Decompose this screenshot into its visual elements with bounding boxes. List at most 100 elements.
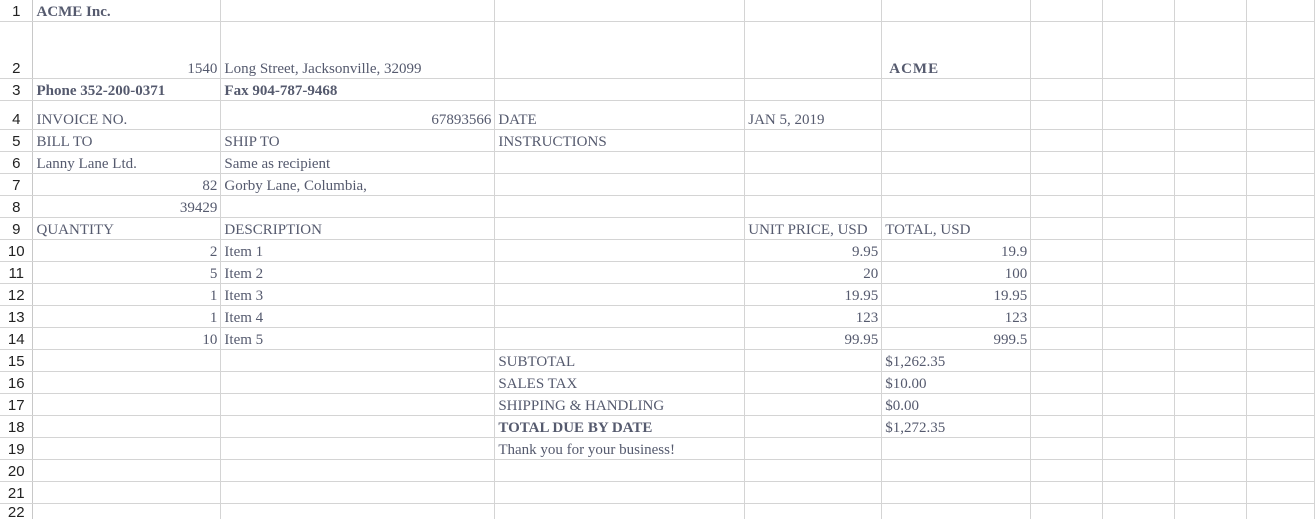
cell[interactable] [494,151,746,174]
item-quantity-cell[interactable]: 10 [32,327,222,350]
cell[interactable] [1030,129,1104,152]
cell[interactable] [1174,217,1247,240]
cell[interactable] [744,393,883,416]
company-fax-cell[interactable]: Fax 904-787-9468 [220,78,496,101]
item-unit-price-cell[interactable]: 19.95 [744,283,883,306]
cell[interactable] [1102,371,1176,394]
cell[interactable] [1030,173,1104,196]
cell[interactable] [1102,217,1176,240]
cell[interactable] [1030,217,1104,240]
item-quantity-cell[interactable]: 2 [32,239,222,262]
cell[interactable] [1174,151,1247,174]
cell[interactable] [494,283,746,306]
cell[interactable] [1246,415,1315,438]
cell[interactable] [1174,129,1247,152]
cell[interactable] [1174,195,1247,218]
cell[interactable] [1030,327,1104,350]
company-logo-cell[interactable]: ACME [881,21,1032,79]
cell[interactable] [1030,151,1104,174]
cell[interactable] [32,437,222,460]
cell[interactable] [1246,283,1315,306]
cell[interactable] [744,151,883,174]
cell[interactable] [744,173,883,196]
cell[interactable] [744,21,883,79]
cell[interactable] [1030,261,1104,284]
cell[interactable] [1246,371,1315,394]
bill-to-street-number-cell[interactable]: 82 [32,173,222,196]
cell[interactable] [881,78,1032,101]
cell[interactable] [1030,415,1104,438]
cell[interactable] [1102,415,1176,438]
cell[interactable] [1030,239,1104,262]
cell[interactable] [1102,239,1176,262]
bill-to-name-cell[interactable]: Lanny Lane Ltd. [32,151,222,174]
cell[interactable] [881,129,1032,152]
cell[interactable] [1030,393,1104,416]
row-header[interactable]: 16 [0,371,34,394]
cell[interactable] [1246,195,1315,218]
cell[interactable] [1174,261,1247,284]
cell[interactable] [1246,349,1315,372]
row-header[interactable]: 11 [0,261,34,284]
cell[interactable] [1174,21,1247,79]
cell[interactable] [220,349,496,372]
row-header[interactable]: 18 [0,415,34,438]
cell[interactable] [1102,283,1176,306]
thank-you-cell[interactable]: Thank you for your business! [494,437,746,460]
quantity-header-cell[interactable]: QUANTITY [32,217,222,240]
row-header[interactable]: 4 [0,100,34,130]
cell[interactable] [1030,349,1104,372]
cell[interactable] [1102,459,1176,482]
cell[interactable] [32,371,222,394]
row-header[interactable]: 1 [0,0,34,22]
cell[interactable] [1030,78,1104,101]
ship-to-label-cell[interactable]: SHIP TO [220,129,496,152]
item-description-cell[interactable]: Item 5 [220,327,496,350]
cell[interactable] [744,415,883,438]
cell[interactable] [1030,195,1104,218]
cell[interactable] [32,481,222,504]
cell[interactable] [494,239,746,262]
cell[interactable] [1246,327,1315,350]
cell[interactable] [1174,415,1247,438]
row-header[interactable]: 3 [0,78,34,101]
cell[interactable] [1030,503,1104,519]
row-header[interactable]: 12 [0,283,34,306]
cell[interactable] [1102,327,1176,350]
total-header-cell[interactable]: TOTAL, USD [881,217,1032,240]
cell[interactable] [32,349,222,372]
item-total-cell[interactable]: 19.9 [881,239,1032,262]
cell[interactable] [1030,21,1104,79]
cell[interactable] [1246,261,1315,284]
cell[interactable] [1246,437,1315,460]
cell[interactable] [1246,78,1315,101]
cell[interactable] [220,393,496,416]
item-quantity-cell[interactable]: 1 [32,305,222,328]
company-street-number-cell[interactable]: 1540 [32,21,222,79]
cell[interactable] [1102,503,1176,519]
cell[interactable] [1174,459,1247,482]
cell[interactable] [1246,305,1315,328]
item-quantity-cell[interactable]: 1 [32,283,222,306]
cell[interactable] [1174,239,1247,262]
item-quantity-cell[interactable]: 5 [32,261,222,284]
total-due-label-cell[interactable]: TOTAL DUE BY DATE [494,415,746,438]
cell[interactable] [744,459,883,482]
invoice-label-cell[interactable]: INVOICE NO. [32,100,222,130]
subtotal-label-cell[interactable]: SUBTOTAL [494,349,746,372]
cell[interactable] [1174,503,1247,519]
cell[interactable] [1174,393,1247,416]
cell[interactable] [1174,100,1247,130]
row-header[interactable]: 13 [0,305,34,328]
cell[interactable] [744,349,883,372]
ship-to-address-cell[interactable]: Gorby Lane, Columbia, [220,173,496,196]
cell[interactable] [220,481,496,504]
cell[interactable] [494,78,746,101]
row-header[interactable]: 5 [0,129,34,152]
cell[interactable] [881,195,1032,218]
cell[interactable] [1246,21,1315,79]
cell[interactable] [1030,437,1104,460]
cell[interactable] [744,371,883,394]
row-header[interactable]: 14 [0,327,34,350]
item-description-cell[interactable]: Item 1 [220,239,496,262]
